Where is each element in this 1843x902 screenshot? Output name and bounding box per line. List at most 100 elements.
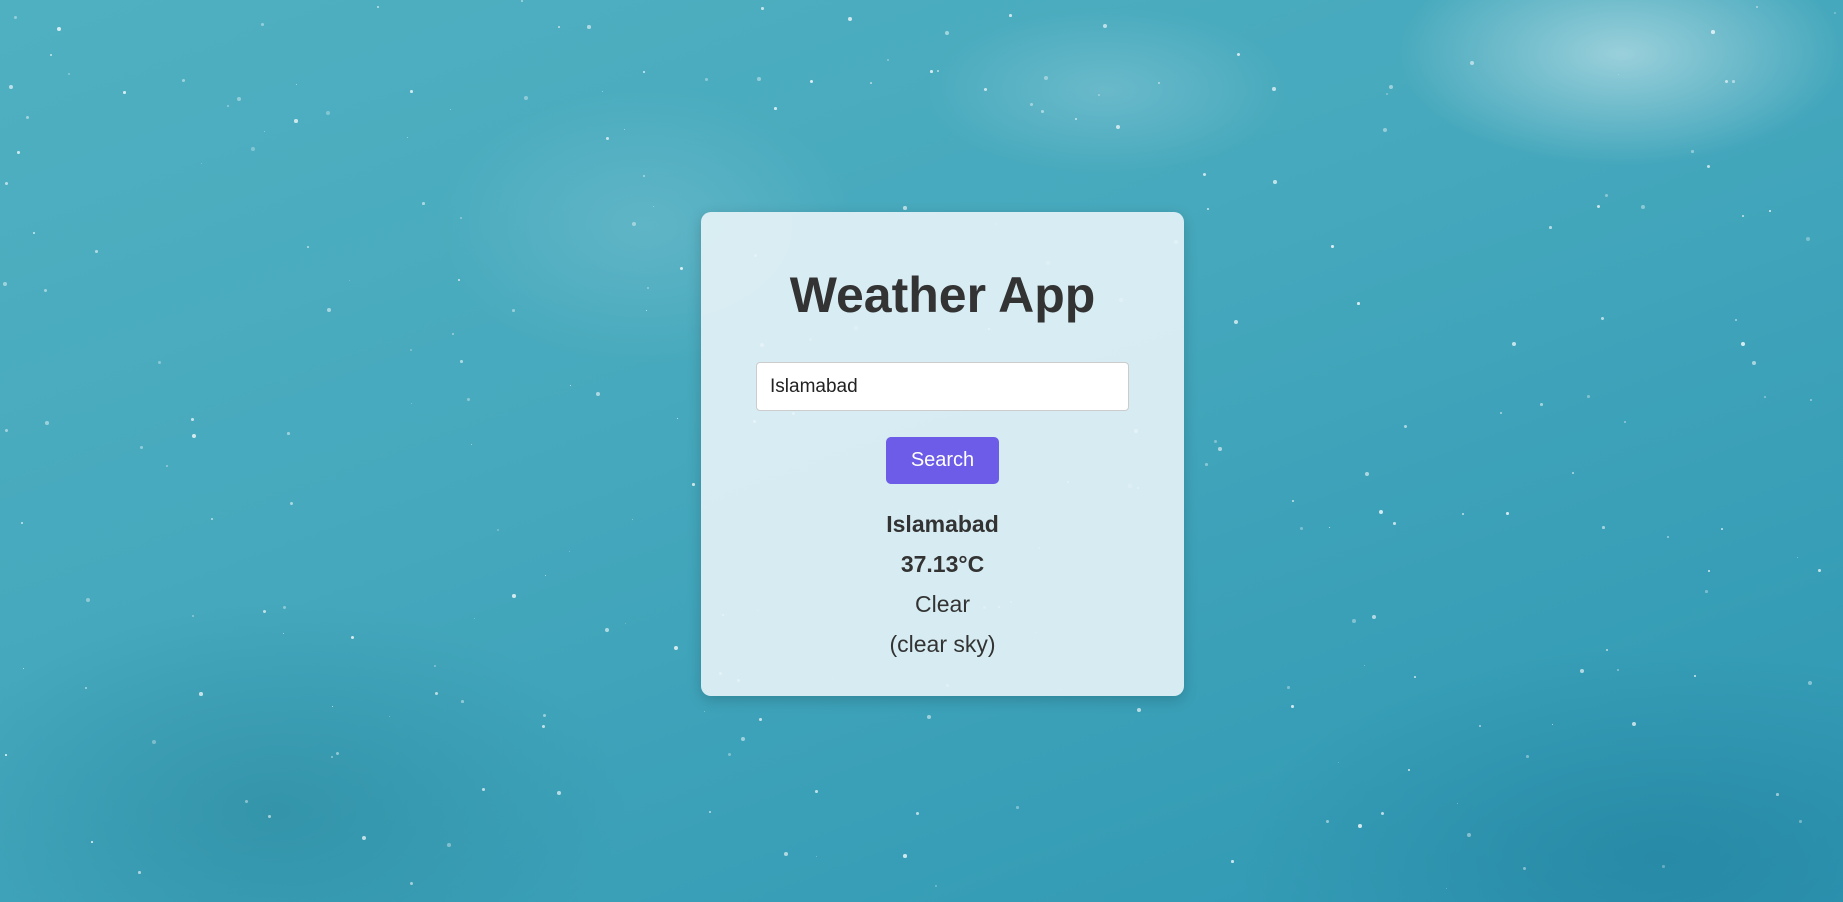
snow-flake xyxy=(1752,361,1756,365)
snow-flake xyxy=(283,633,285,635)
snow-flake xyxy=(349,280,351,282)
snow-flake xyxy=(1601,317,1605,321)
snow-flake xyxy=(1041,110,1044,113)
snow-flake xyxy=(624,129,626,131)
snow-flake xyxy=(1605,194,1609,198)
snow-flake xyxy=(251,147,255,151)
snow-flake xyxy=(705,78,709,82)
snow-flake xyxy=(1234,320,1239,325)
snow-flake xyxy=(1711,30,1715,34)
snow-flake xyxy=(17,151,20,154)
snow-flake xyxy=(1834,12,1837,15)
snow-flake xyxy=(542,725,545,728)
snow-flake xyxy=(605,628,610,633)
snow-flake xyxy=(152,740,157,745)
snow-flake xyxy=(1300,527,1304,531)
snow-flake xyxy=(140,446,144,450)
snow-flake xyxy=(1381,812,1384,815)
snow-flake xyxy=(1764,396,1766,398)
city-search-input[interactable] xyxy=(756,362,1129,411)
snow-flake xyxy=(1414,676,1416,678)
snow-flake xyxy=(91,841,93,843)
snow-flake xyxy=(558,26,560,28)
snow-flake xyxy=(1500,412,1503,415)
snow-flake xyxy=(287,432,290,435)
snow-flake xyxy=(1331,245,1334,248)
snow-flake xyxy=(327,308,331,312)
snow-flake xyxy=(984,88,988,92)
snow-flake xyxy=(23,668,25,670)
snow-flake xyxy=(570,385,572,387)
snow-flake xyxy=(587,25,591,29)
snow-flake xyxy=(44,289,47,292)
snow-flake xyxy=(1694,675,1697,678)
snow-flake xyxy=(14,16,18,20)
snow-flake xyxy=(935,885,937,887)
snow-flake xyxy=(1470,61,1475,66)
snow-flake xyxy=(452,333,454,335)
snow-flake xyxy=(1326,820,1330,824)
snow-flake xyxy=(1364,665,1366,667)
result-temperature: 37.13°C xyxy=(900,551,985,577)
snow-flake xyxy=(1741,342,1746,347)
snow-flake xyxy=(123,91,126,94)
snow-flake xyxy=(704,711,706,713)
snow-flake xyxy=(810,80,814,84)
search-button[interactable]: Search xyxy=(886,437,999,484)
snow-flake xyxy=(677,418,679,420)
snow-flake xyxy=(411,403,413,405)
snow-flake xyxy=(471,444,473,446)
snow-flake xyxy=(596,392,601,397)
snow-flake xyxy=(1358,824,1362,828)
snow-flake xyxy=(1462,513,1464,515)
snow-flake xyxy=(1203,173,1207,177)
snow-flake xyxy=(307,246,309,248)
snow-flake xyxy=(1641,205,1646,210)
snow-flake xyxy=(9,85,14,90)
snow-flake xyxy=(5,429,9,433)
snow-flake xyxy=(927,715,931,719)
snow-flake xyxy=(201,163,203,165)
snow-flake xyxy=(1357,302,1360,305)
snow-flake xyxy=(1231,860,1234,863)
snow-flake xyxy=(1393,522,1396,525)
snow-flake xyxy=(1365,472,1369,476)
snow-flake xyxy=(422,202,425,205)
snow-flake xyxy=(1797,557,1798,558)
snow-flake xyxy=(290,502,294,506)
snow-flake xyxy=(377,6,380,9)
snow-flake xyxy=(1383,128,1388,133)
snow-flake xyxy=(351,636,355,640)
snow-flake xyxy=(1404,425,1408,429)
snow-flake xyxy=(569,551,571,553)
snow-flake xyxy=(192,434,197,439)
snow-flake xyxy=(625,623,627,625)
snow-flake xyxy=(1707,165,1711,169)
result-description: (clear sky) xyxy=(889,631,996,657)
snow-flake xyxy=(1237,53,1241,57)
snow-flake xyxy=(1329,527,1331,529)
snow-flake xyxy=(264,131,266,133)
snow-flake xyxy=(1606,649,1609,652)
snow-flake xyxy=(261,23,265,27)
snow-flake xyxy=(86,598,91,603)
snow-flake xyxy=(1506,512,1509,515)
snow-flake xyxy=(447,843,451,847)
snow-flake xyxy=(1806,237,1811,242)
snow-flake xyxy=(945,31,950,36)
snow-flake xyxy=(33,232,36,235)
snow-flake xyxy=(1205,463,1208,466)
snow-flake xyxy=(1776,793,1779,796)
snow-flake xyxy=(1379,510,1383,514)
snow-flake xyxy=(1618,74,1620,76)
snow-flake xyxy=(728,753,732,757)
snow-flake xyxy=(158,361,162,365)
snow-flake xyxy=(1389,85,1394,90)
snow-flake xyxy=(1721,528,1723,530)
snow-flake xyxy=(1662,865,1665,868)
snow-flake xyxy=(21,522,24,525)
snow-flake xyxy=(937,70,940,73)
snow-flake xyxy=(643,175,645,177)
snow-flake xyxy=(191,418,194,421)
snow-flake xyxy=(389,716,391,718)
